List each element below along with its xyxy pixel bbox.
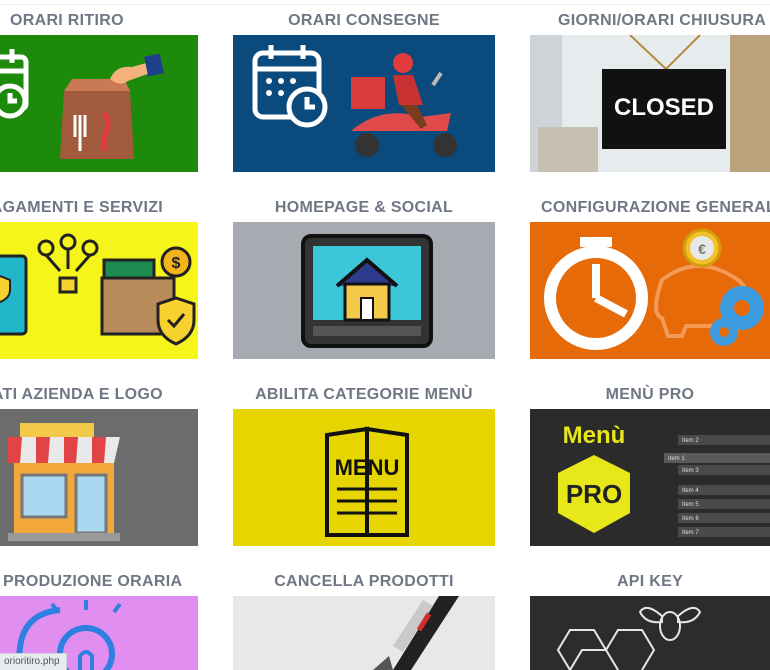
tile-orari-consegne[interactable]: ORARI CONSEGNE	[233, 12, 495, 174]
closed-sign-text: CLOSED	[614, 94, 714, 121]
calendar-clock-icon	[252, 45, 328, 128]
menu-pro-badge: PRO	[566, 479, 622, 509]
calendar-clock-icon	[0, 49, 29, 119]
tile-label: GIORNI/ORARI CHIUSURA	[558, 12, 767, 29]
svg-text:Item 2: Item 2	[682, 438, 699, 444]
menu-items-list: Item 2 Item 1 Item 3 Item 4 Item 5 Item …	[664, 435, 770, 537]
tablet-shield-icon	[0, 254, 28, 336]
tile-dati-azienda-logo[interactable]: DATI AZIENDA E LOGO	[0, 386, 198, 548]
tile-label: ORARI RITIRO	[10, 12, 124, 29]
delete-products-image	[233, 596, 495, 670]
tile-menu-pro[interactable]: MENÙ PRO Menù PRO Item 2 Item 1 Item 3 I…	[530, 386, 770, 548]
menu-book-icon	[325, 426, 409, 537]
settings-image: €	[530, 222, 770, 359]
tile-label: CANCELLA PRODOTTI	[274, 573, 454, 590]
tile-label: PAGAMENTI E SERVIZI	[0, 199, 164, 216]
tile-giorni-orari-chiusura[interactable]: GIORNI/ORARI CHIUSURA CLOSED	[530, 12, 770, 174]
scooter-rider-icon	[351, 53, 457, 157]
stopwatch-icon	[544, 237, 648, 350]
tile-label: DATI AZIENDA E LOGO	[0, 386, 163, 403]
gears-icon	[710, 286, 764, 346]
delivery-bag-icon	[60, 53, 164, 159]
tile-label: HOMEPAGE & SOCIAL	[274, 199, 454, 216]
tile-produzione-oraria[interactable]: PRODUZIONE ORARIA orioritiro.php	[0, 573, 198, 670]
shop-icon	[8, 423, 120, 541]
closed-sign-image: CLOSED	[530, 35, 770, 172]
tile-configurazione-generale[interactable]: CONFIGURAZIONE GENERALE €	[530, 199, 770, 361]
tile-abilita-categorie-menu[interactable]: ABILITA CATEGORIE MENÙ MENU	[233, 386, 495, 548]
api-key-image	[530, 596, 770, 670]
top-divider	[0, 4, 770, 5]
menu-image: MENU	[233, 409, 495, 546]
tile-label: API KEY	[616, 573, 684, 590]
honeycomb-bee-icon	[556, 606, 702, 670]
tile-label: PRODUZIONE ORARIA	[3, 573, 183, 590]
svg-text:Item 6: Item 6	[682, 516, 699, 522]
svg-text:Item 1: Item 1	[668, 456, 685, 462]
svg-text:Item 7: Item 7	[682, 530, 699, 536]
tile-pagamenti-e-servizi[interactable]: PAGAMENTI E SERVIZI $	[0, 199, 198, 361]
menu-pro-image: Menù PRO Item 2 Item 1 Item 3 Item 4 Ite…	[530, 409, 770, 546]
svg-text:$: $	[172, 255, 181, 272]
payments-image: $	[0, 222, 198, 359]
company-image	[0, 409, 198, 546]
tile-label: MENÙ PRO	[605, 386, 695, 403]
tile-api-key[interactable]: API KEY	[530, 573, 770, 670]
tile-orari-ritiro[interactable]: ORARI RITIRO	[0, 12, 198, 174]
svg-text:Item 5: Item 5	[682, 502, 699, 508]
tile-homepage-social[interactable]: HOMEPAGE & SOCIAL	[233, 199, 495, 361]
svg-text:Item 3: Item 3	[682, 468, 699, 474]
tile-label: ORARI CONSEGNE	[288, 12, 440, 29]
wallet-money-icon: $	[100, 246, 196, 346]
tile-label: CONFIGURAZIONE GENERALE	[541, 199, 770, 216]
tile-label: ABILITA CATEGORIE MENÙ	[255, 386, 473, 403]
status-bar-url: orioritiro.php	[0, 653, 67, 670]
svg-text:€: €	[698, 241, 706, 257]
network-hand-icon	[37, 233, 99, 294]
menu-pro-title: Menù	[563, 422, 626, 449]
delivery-image	[233, 35, 495, 172]
homepage-image	[233, 222, 495, 359]
tile-cancella-prodotti[interactable]: CANCELLA PRODOTTI	[233, 573, 495, 670]
svg-text:Item 4: Item 4	[682, 488, 699, 494]
pickup-image	[0, 35, 198, 172]
euro-coin-icon: €	[682, 228, 722, 268]
home-screen-icon	[301, 234, 433, 348]
calendar-dots	[266, 78, 296, 96]
menu-book-text: MENU	[335, 455, 400, 480]
